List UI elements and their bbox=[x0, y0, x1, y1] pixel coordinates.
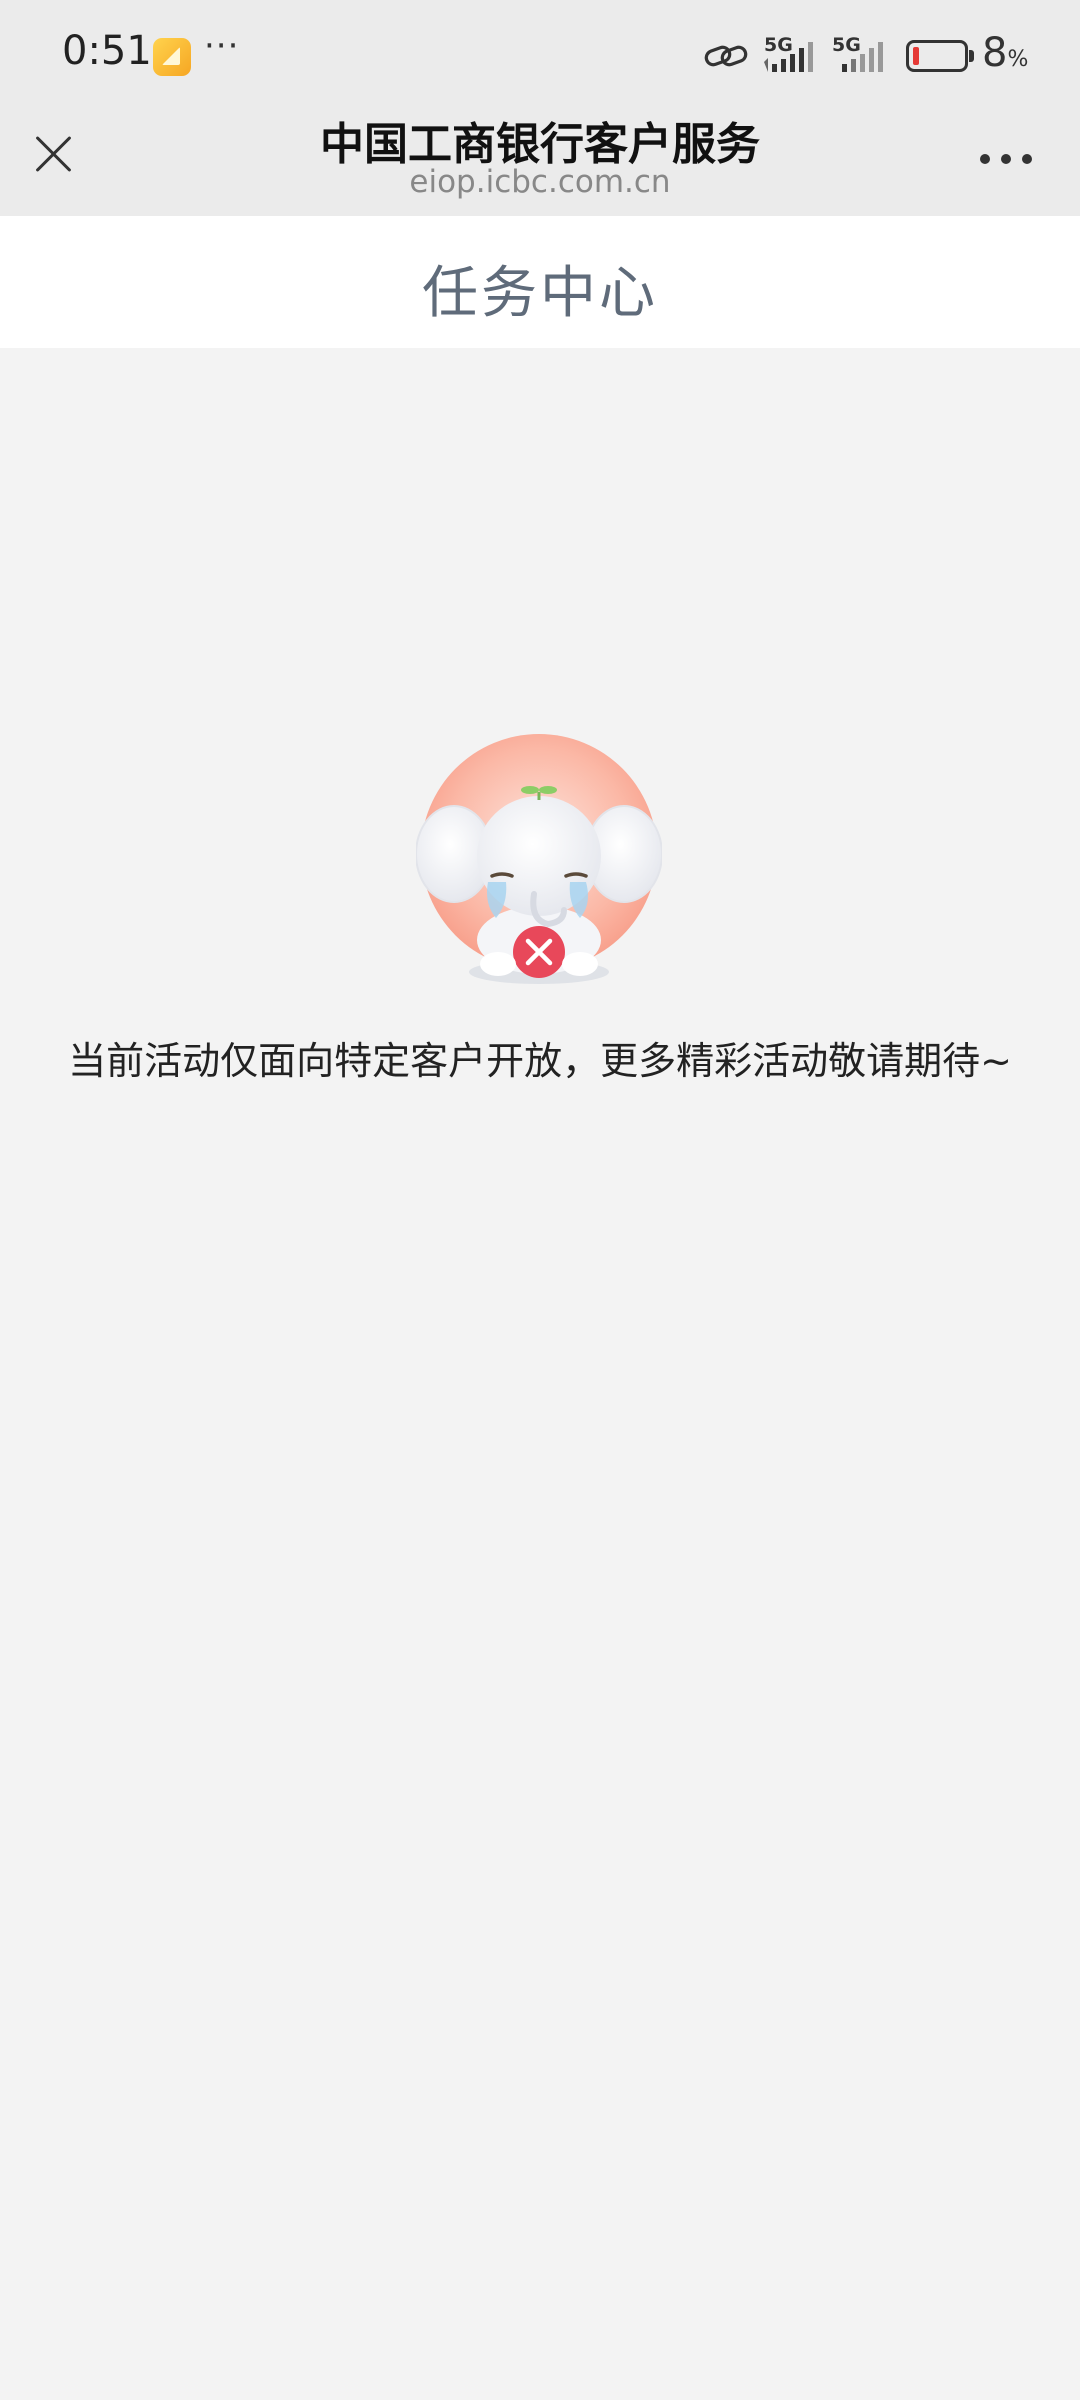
browser-title-bar: 中国工商银行客户服务 eiop.icbc.com.cn bbox=[0, 108, 1080, 216]
crying-elephant-icon bbox=[416, 734, 662, 984]
link-icon bbox=[704, 45, 748, 67]
more-notifications-icon: ··· bbox=[204, 26, 240, 66]
signal-icon-1 bbox=[764, 42, 813, 72]
status-time: 0:51 bbox=[62, 28, 152, 74]
notes-app-icon bbox=[153, 38, 191, 76]
restricted-activity-message: 当前活动仅面向特定客户开放，更多精彩活动敬请期待~ bbox=[68, 1039, 1012, 1083]
page-url: eiop.icbc.com.cn bbox=[409, 164, 671, 200]
signal-icon-2 bbox=[842, 42, 883, 72]
header-title: 任务中心 bbox=[422, 261, 658, 326]
battery-icon bbox=[906, 40, 974, 72]
page-header: 任务中心 bbox=[0, 216, 1080, 348]
more-options-icon[interactable] bbox=[978, 148, 1034, 172]
status-bar: 0:51 ··· 5G 5G 8% bbox=[0, 0, 1080, 108]
battery-percent: 8% bbox=[982, 30, 1029, 76]
page-title: 中国工商银行客户服务 bbox=[320, 119, 760, 170]
